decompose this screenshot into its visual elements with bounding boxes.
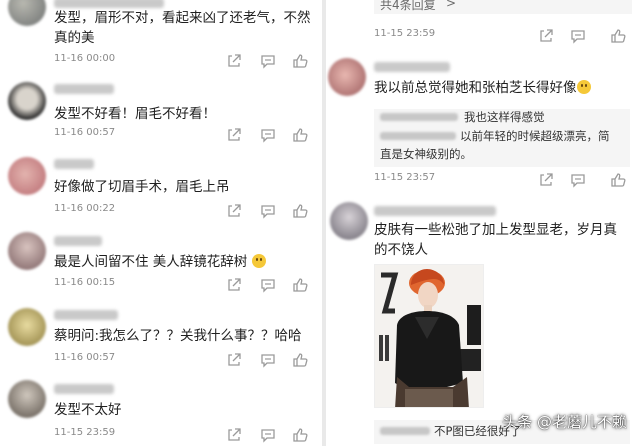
comment-time: 11-15 23:57 <box>374 172 436 183</box>
comment-icon[interactable] <box>260 203 276 219</box>
user-avatar[interactable] <box>8 82 46 120</box>
left-comment-panel: 发型，眉形不对，看起来凶了还老气，不然真的美 11-16 00:00 发型不好看… <box>0 0 322 446</box>
quoted-reply[interactable]: 我也这样得感觉 以前年轻的时候超级漂亮，简 直是女神级别的。 <box>374 109 630 167</box>
comment-meta: 11-16 00:22 <box>54 203 314 219</box>
like-icon[interactable] <box>292 203 308 219</box>
like-icon[interactable] <box>292 53 308 69</box>
user-avatar[interactable] <box>328 58 366 96</box>
attached-photo[interactable] <box>374 264 484 408</box>
quoted-username-redacted <box>380 113 458 121</box>
quoted-text-line: 直是女神级别的。 <box>380 147 472 161</box>
quoted-text-line: 以前年轻的时候超级漂亮，简 <box>460 129 610 143</box>
share-icon[interactable] <box>226 277 242 293</box>
like-icon[interactable] <box>610 172 626 188</box>
comment-time: 11-15 23:59 <box>374 28 436 39</box>
user-avatar[interactable] <box>330 202 368 240</box>
comment-meta: 11-16 00:15 <box>54 277 314 293</box>
comment-icon[interactable] <box>260 127 276 143</box>
smile-emoji-icon <box>251 254 266 268</box>
share-icon[interactable] <box>226 53 242 69</box>
replies-box[interactable]: 共4条回复 > <box>374 0 632 14</box>
like-icon[interactable] <box>292 127 308 143</box>
comment-meta: 11-15 23:59 <box>374 28 629 44</box>
comment-text-content: 我以前总觉得她和张柏芝长得好像 <box>374 80 577 96</box>
laugh-emoji-icon <box>576 80 591 94</box>
comment-time: 11-16 00:57 <box>54 352 116 363</box>
comment-icon[interactable] <box>570 172 586 188</box>
comment-text: 发型不好看！眉毛不好看！ <box>54 106 216 122</box>
username-redacted[interactable] <box>54 0 164 8</box>
user-avatar[interactable] <box>8 308 46 346</box>
comment-icon[interactable] <box>260 427 276 443</box>
quoted-text-line: 我也这样得感觉 <box>464 110 545 124</box>
username-redacted[interactable] <box>54 159 94 169</box>
share-icon[interactable] <box>226 203 242 219</box>
comment-text: 最是人间留不住 美人辞镜花辞树 <box>54 252 312 272</box>
like-icon[interactable] <box>610 28 626 44</box>
right-comment-panel: 共4条回复 > 11-15 23:59 我以前总觉得她和张柏芝长得好像 我也这样… <box>326 0 637 446</box>
comment-icon[interactable] <box>570 28 586 44</box>
comment-meta: 11-16 00:00 <box>54 53 314 69</box>
comment-text-content: 最是人间留不住 美人辞镜花辞树 <box>54 254 248 270</box>
like-icon[interactable] <box>292 427 308 443</box>
comment-meta: 11-15 23:59 <box>54 427 314 443</box>
comment-text: 好像做了切眉手术，眉毛上吊 <box>54 179 230 195</box>
share-icon[interactable] <box>538 172 554 188</box>
username-redacted[interactable] <box>374 206 496 216</box>
user-avatar[interactable] <box>8 380 46 418</box>
watermark-text: 头条 @老蘑儿不赖 <box>502 413 627 431</box>
comment-text: 皮肤有一些松弛了加上发型显老，岁月真的不饶人 <box>374 222 617 258</box>
user-avatar[interactable] <box>8 0 46 26</box>
username-redacted[interactable] <box>54 310 118 320</box>
comment-icon[interactable] <box>260 53 276 69</box>
comment-text: 发型不太好 <box>54 402 122 418</box>
like-icon[interactable] <box>292 277 308 293</box>
like-icon[interactable] <box>292 352 308 368</box>
reply-username-redacted <box>380 427 430 435</box>
comment-text: 我以前总觉得她和张柏芝长得好像 <box>374 78 627 98</box>
photo-image <box>375 265 483 407</box>
comment-icon[interactable] <box>260 277 276 293</box>
username-redacted[interactable] <box>54 236 102 246</box>
comment-time: 11-16 00:00 <box>54 53 116 64</box>
chevron-right-icon: > <box>446 0 457 10</box>
comment-time: 11-16 00:57 <box>54 127 116 138</box>
quoted-username-redacted <box>380 132 456 140</box>
share-icon[interactable] <box>226 352 242 368</box>
comment-icon[interactable] <box>260 352 276 368</box>
comment-time: 11-16 00:15 <box>54 277 116 288</box>
share-icon[interactable] <box>226 127 242 143</box>
comment-meta: 11-15 23:57 <box>374 172 629 188</box>
share-icon[interactable] <box>538 28 554 44</box>
replies-count-link[interactable]: 共4条回复 <box>380 0 436 13</box>
user-avatar[interactable] <box>8 232 46 270</box>
comment-time: 11-15 23:59 <box>54 427 116 438</box>
share-icon[interactable] <box>226 427 242 443</box>
comment-text: 发型，眉形不对，看起来凶了还老气，不然真的美 <box>54 10 311 46</box>
username-redacted[interactable] <box>54 384 114 394</box>
username-redacted[interactable] <box>54 84 114 94</box>
comment-meta: 11-16 00:57 <box>54 127 314 143</box>
comment-text: 蔡明问:我怎么了？？关我什么事？？哈哈 <box>54 328 302 344</box>
comment-time: 11-16 00:22 <box>54 203 116 214</box>
username-redacted[interactable] <box>374 62 450 72</box>
comment-meta: 11-16 00:57 <box>54 352 314 368</box>
user-avatar[interactable] <box>8 157 46 195</box>
